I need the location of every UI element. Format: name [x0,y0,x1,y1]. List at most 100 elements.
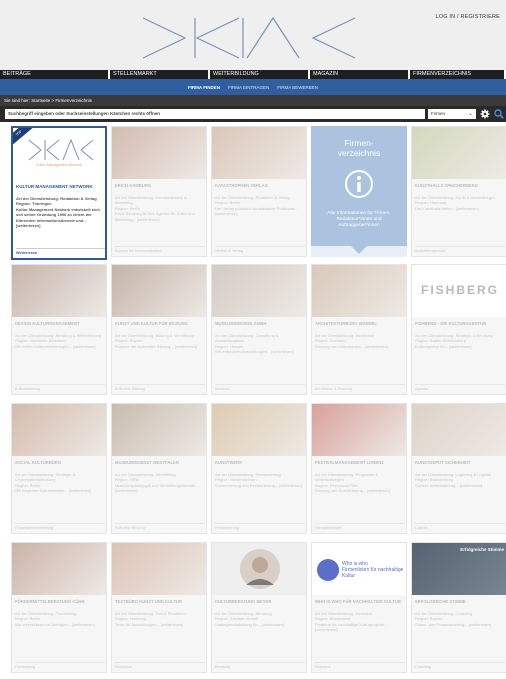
company-image[interactable] [112,265,206,317]
company-title[interactable]: ERFOLGREICHE STIMME [415,599,505,604]
company-card[interactable]: ERICH-SAMBURG Art der Dienstleistung: Kom… [111,126,207,257]
company-card[interactable]: FÖRDERMITTELBERATUNG KÜHN Art der Dienstl… [11,542,107,673]
company-image[interactable]: Erfolgreiche Stimme [412,543,506,595]
whoiswho-logo: Who is who Firmenlisten für nachhaltige … [316,555,404,585]
company-image[interactable] [212,127,306,179]
company-footer[interactable]: Kulturelle Bildung [115,384,205,391]
company-image[interactable] [312,404,406,456]
company-description: Art der Dienstleistung: Vermittlung Regi… [115,472,199,494]
company-title[interactable]: ERICH-SAMBURG [115,183,205,188]
company-title[interactable]: FÖRDERMITTELBERATUNG KÜHN [15,599,105,604]
card-badge: Erfolgreiche Stimme [460,547,504,552]
company-image[interactable] [212,404,306,456]
gear-icon[interactable] [480,109,490,119]
company-image[interactable]: Who is who Firmenlisten für nachhaltige … [312,543,406,595]
company-title[interactable]: KUNST UND KULTUR FÜR BILDUNG [115,321,205,326]
featured-company-card[interactable]: TOP Kultur Management Network KULTUR MAN… [11,126,107,260]
company-footer[interactable]: Netzwerk [315,662,405,669]
company-footer[interactable]: Museum [215,384,305,391]
company-card[interactable]: TEXTBÜRO KUNST UND KULTUR Art der Dienstl… [111,542,207,673]
company-card[interactable]: DESIGN KULTURMANAGEMENT Art der Dienstlei… [11,264,107,395]
search-input[interactable]: Suchbegriff eingeben oder Suchseinstellu… [5,109,425,119]
company-image[interactable] [412,404,506,456]
company-grid: TOP Kultur Management Network KULTUR MAN… [11,126,506,679]
company-card[interactable]: Who is who Firmenlisten für nachhaltige … [311,542,407,673]
company-footer[interactable]: Coaching [415,662,505,669]
search-icon[interactable] [494,109,504,119]
company-card[interactable]: MUSEUMSDESIGN GMBH Art der Dienstleistung… [211,264,307,395]
company-card[interactable]: FESTIVALMANAGEMENT LORENZ Art der Dienstl… [311,403,407,534]
company-card[interactable]: KUNSTWERK Art der Dienstleistung: Restaur… [211,403,307,534]
subnav-item-2[interactable]: FIRMA BEWERBEN [277,85,318,90]
category-select-value: Firmen [431,111,446,116]
company-title[interactable]: TEXTBÜRO KUNST UND KULTUR [115,599,205,604]
company-image[interactable] [312,265,406,317]
company-footer[interactable]: Agentur für Kommunikation [115,246,205,253]
company-image[interactable]: FISHBERG [412,265,506,317]
subnav-item-0[interactable]: FIRMA FINDEN [188,85,220,90]
company-title[interactable]: KATASTROPHEN VERLAG [215,183,305,188]
info-icon [345,170,373,198]
company-title[interactable]: DESIGN KULTURMANAGEMENT [15,321,105,326]
company-title[interactable]: ARCHITEKTURBÜRO WANDEL [315,321,405,326]
company-footer[interactable]: Medien & Verlag [215,246,305,253]
site-logo[interactable] [143,16,363,60]
company-footer[interactable]: Architektur & Planung [315,384,405,391]
nav-item-3[interactable]: MAGAZIN [310,70,410,79]
directory-promo-card[interactable]: Firmen- verzeichnis Alle Informationen f… [311,126,407,257]
nav-item-2[interactable]: WEITERBILDUNG [210,70,310,79]
company-title[interactable]: FISHBERG - DIE KULTURAGENTUR [415,321,505,326]
company-card[interactable]: Erfolgreiche Stimme ERFOLGREICHE STIMME Ar… [411,542,506,673]
promo-pointer [351,246,367,254]
nav-item-1[interactable]: STELLENMARKT [110,70,210,79]
subnav-item-1[interactable]: FIRMA EINTRAGEN [228,85,269,90]
company-description: Art der Dienstleistung: Kommunikation & … [115,195,195,222]
company-card[interactable]: KUNSTDEPOT SICHERHEIT Art der Dienstleist… [411,403,506,534]
company-image[interactable] [112,404,206,456]
company-card[interactable]: FISHBERG FISHBERG - DIE KULTURAGENTUR Art … [411,264,506,395]
category-select[interactable]: Firmen ⌄ [428,109,476,119]
company-card[interactable]: KUNST UND KULTUR FÜR BILDUNG Art der Dien… [111,264,207,395]
company-title[interactable]: KUNSTWERK [215,460,305,465]
company-title[interactable]: KULTUR MANAGEMENT NETWORK [16,184,105,189]
company-footer[interactable]: Weiterlesen [16,248,105,255]
company-image[interactable] [112,127,206,179]
company-title[interactable]: KUNSTHALLE SPEICHERBERG [415,183,505,188]
company-title[interactable]: KUNSTDEPOT SICHERHEIT [415,460,505,465]
company-title[interactable]: WHO IS WHO FÜR NACHHALTIGE KULTUR [315,599,405,604]
company-description: Art der Dienstleistung: Redaktion & Verl… [215,195,299,217]
company-footer[interactable]: Kulturberatung [15,384,105,391]
company-footer[interactable]: Veranstaltungen [315,523,405,530]
company-footer[interactable]: Agentur [415,384,505,391]
company-footer[interactable]: Restaurierung [215,523,305,530]
company-title[interactable]: MUSEUMSDESIGN GMBH [215,321,305,326]
company-card[interactable]: KULTURBERATUNG MEYER Art der Dienstleistu… [211,542,307,673]
company-card[interactable]: KUNSTHALLE SPEICHERBERG Art der Dienstlei… [411,126,506,257]
company-footer[interactable]: Ausstellungsraum [415,246,505,253]
company-footer[interactable]: Fundraising [15,662,105,669]
login-link[interactable]: LOG IN / REGISTRIERE [435,14,500,20]
company-image[interactable] [412,127,506,179]
company-title[interactable]: KULTURBERATUNG MEYER [215,599,305,604]
nav-item-0[interactable]: BEITRÄGE [0,70,110,79]
nav-item-4[interactable]: FIRMENVERZEICHNIS [410,70,506,79]
company-footer[interactable]: Kulturelle Bildung [115,523,205,530]
company-footer[interactable]: Organisationsberatung [15,523,105,530]
company-image[interactable] [112,543,206,595]
company-title[interactable]: SOCIAL KULTURBÜRO [15,460,105,465]
company-title[interactable]: FESTIVALMANAGEMENT LORENZ [315,460,405,465]
company-card[interactable]: ARCHITEKTURBÜRO WANDEL Art der Dienstleis… [311,264,407,395]
company-description: Art der Dienstleistung: Lagerung & Logis… [415,472,491,488]
company-image[interactable] [212,265,306,317]
company-card[interactable]: SOCIAL KULTURBÜRO Art der Dienstleistung:… [11,403,107,534]
company-title[interactable]: MUSEUMSDIENST WESTFALEN [115,460,205,465]
company-footer[interactable]: Redaktion [115,662,205,669]
company-card[interactable]: KATASTROPHEN VERLAG Art der Dienstleistun… [211,126,307,257]
company-image[interactable] [12,404,106,456]
company-card[interactable]: MUSEUMSDIENST WESTFALEN Art der Dienstlei… [111,403,207,534]
company-footer[interactable]: Logistik [415,523,505,530]
company-image[interactable] [12,265,106,317]
company-image[interactable] [212,543,306,595]
company-footer[interactable]: Beratung [215,662,305,669]
company-image[interactable] [12,543,106,595]
